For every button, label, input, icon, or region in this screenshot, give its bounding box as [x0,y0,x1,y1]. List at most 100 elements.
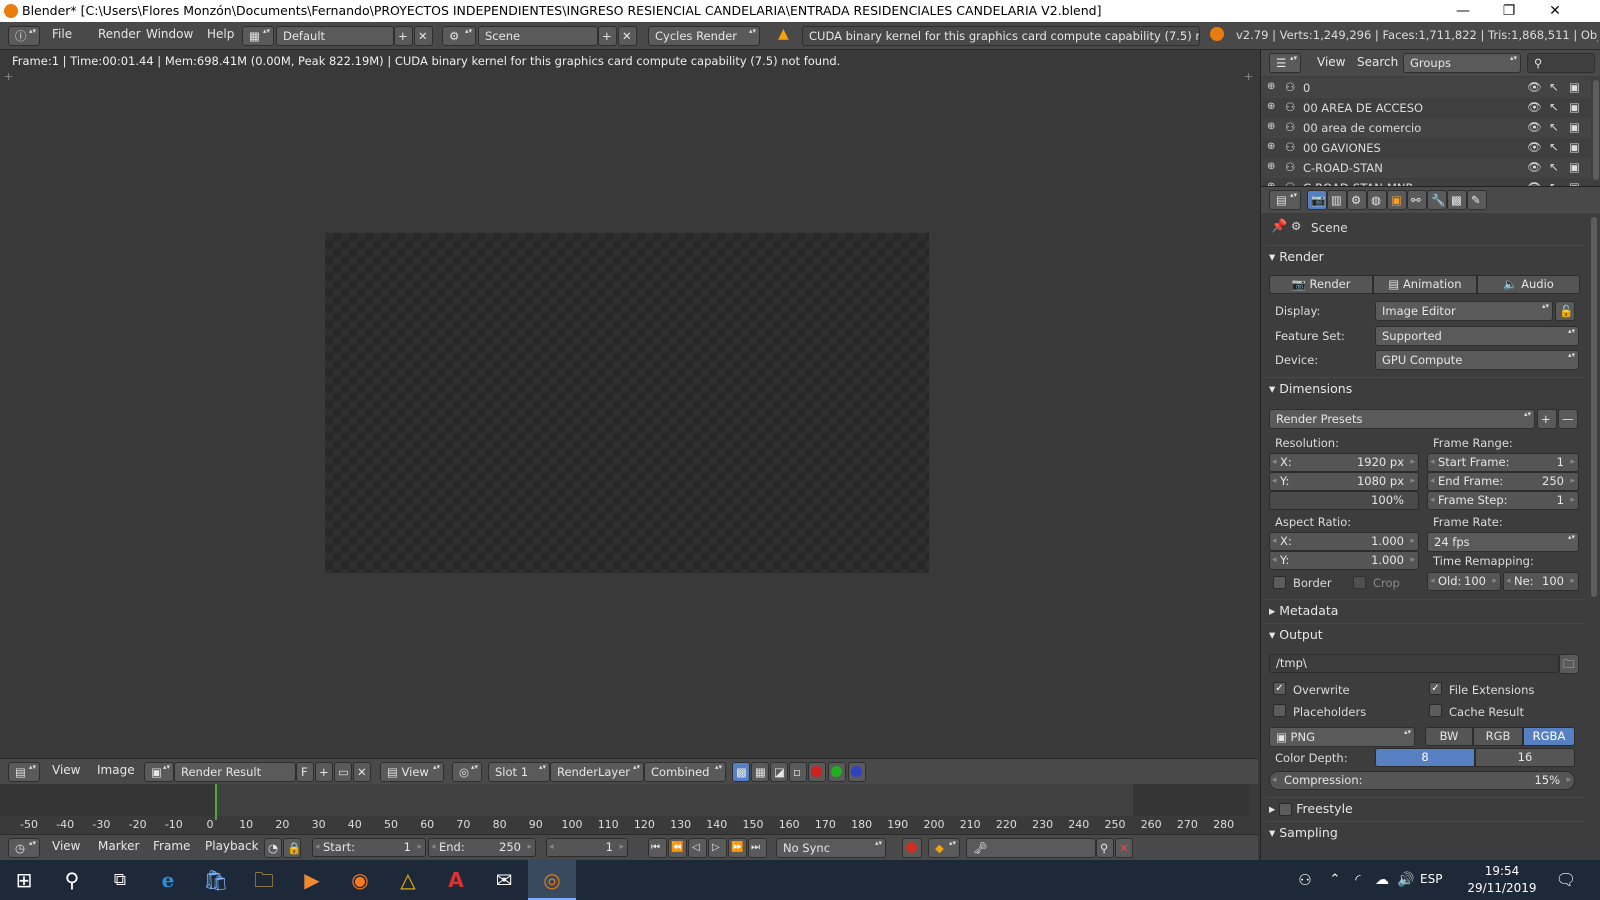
properties-scrollbar[interactable] [1591,217,1597,597]
file-extensions-checkbox[interactable]: ✓ [1429,682,1442,695]
expand-icon[interactable]: ⊕ [1267,121,1275,132]
lock-interface-icon[interactable]: 🔓 [1555,301,1575,321]
record-icon[interactable] [902,838,922,858]
resolution-y-field[interactable]: Y: 1080 px [1269,472,1419,491]
menu-playback[interactable]: Playback [205,839,259,853]
jump-start-icon[interactable]: ⏮ [648,838,667,858]
draw-alpha-icon[interactable]: ▦ [751,762,769,782]
blue-channel-icon[interactable] [848,762,866,782]
tab-physics-icon[interactable]: ✎ [1467,190,1487,210]
area-corner-icon[interactable]: + [4,70,13,83]
select-cursor-icon[interactable]: ↖ [1549,120,1559,134]
edge-browser-icon[interactable]: e [144,860,192,900]
store-icon[interactable]: 🛍 [192,860,240,900]
color-depth-16-button[interactable]: 16 [1475,748,1575,767]
tab-texture-icon[interactable]: ▩ [1447,190,1467,210]
keying-set-field[interactable]: 🗝 [966,838,1096,858]
tab-modifiers-icon[interactable]: 🔧 [1427,190,1447,210]
play-reverse-icon[interactable]: ◁ [688,838,707,858]
people-icon[interactable]: ⚇ [1292,860,1318,900]
image-browse-icon[interactable]: ▣ [144,762,174,782]
tab-layers-icon[interactable]: ▥ [1327,190,1347,210]
expand-icon[interactable]: ⊕ [1267,141,1275,152]
output-path-field[interactable]: /tmp\ [1269,654,1559,673]
onedrive-cloud-icon[interactable]: ☁ [1370,860,1394,900]
clock-date[interactable]: 29/11/2019 [1466,881,1538,895]
outliner-row[interactable]: ⊕⚇C-ROAD-STAN-MNR👁↖▣ [1261,178,1591,186]
outliner-row[interactable]: ⊕ ⚇ 0 👁 ↖ ▣ [1261,78,1591,98]
lock-range-icon[interactable]: 🔒 [283,838,301,858]
resolution-x-field[interactable]: X: 1920 px [1269,453,1419,472]
firefox-icon[interactable]: ◉ [336,860,384,900]
start-windows-icon[interactable]: ⊞ [0,860,48,900]
menu-outliner-view[interactable]: View [1317,55,1345,69]
layout-select[interactable]: Default [276,26,394,46]
expand-icon[interactable]: ⊕ [1267,81,1275,92]
sampling-section-header[interactable]: ▾ Sampling [1265,821,1584,843]
jump-keyframe-forward-icon[interactable]: ⏩ [728,838,747,858]
close-button[interactable]: ✕ [1532,0,1578,22]
outliner-row[interactable]: ⊕ ⚇ C-ROAD-STAN 👁 ↖ ▣ [1261,158,1591,178]
dimensions-section-header[interactable]: ▾ Dimensions [1265,377,1584,399]
time-new-field[interactable]: Ne: 100 [1503,572,1579,591]
placeholders-checkbox[interactable] [1273,704,1286,717]
menu-outliner-search[interactable]: Search [1357,55,1398,69]
select-cursor-icon[interactable]: ↖ [1549,100,1559,114]
output-section-header[interactable]: ▾ Output [1265,623,1584,645]
insert-keyframe-icon[interactable]: ⚲ [1096,838,1114,858]
notifications-icon[interactable]: 🗨 [1546,860,1586,900]
sync-mode-select[interactable]: No Sync [776,838,886,858]
color-rgba-button[interactable]: RGBA [1523,727,1575,746]
editor-type-timeline-icon[interactable]: ◷ [8,838,40,858]
outliner-row[interactable]: ⊕ ⚇ 00 area de comercio 👁 ↖ ▣ [1261,118,1591,138]
keying-icon[interactable]: ◆ [928,838,960,858]
render-camera-icon[interactable]: ▣ [1569,140,1580,154]
audio-button[interactable]: 🔈 Audio [1477,275,1580,294]
frame-rate-select[interactable]: 24 fps [1427,532,1579,552]
feature-set-select[interactable]: Supported [1375,326,1579,346]
display-select[interactable]: Image Editor [1375,301,1553,321]
autocad-icon[interactable]: △ [384,860,432,900]
timeline-area[interactable]: -50 -40 -30 -20 -10 0 10 20 30 40 50 60 70 80 90 100 110… [0,784,1258,834]
overwrite-checkbox[interactable]: ✓ [1273,682,1286,695]
editor-type-properties-icon[interactable]: ▤ [1269,190,1301,210]
red-channel-icon[interactable] [808,762,826,782]
render-camera-icon[interactable]: ▣ [1569,100,1580,114]
resolution-percentage-field[interactable]: 100% [1269,491,1419,510]
media-player-icon[interactable]: ▶ [288,860,336,900]
start-frame-prop-field[interactable]: Start Frame: 1 [1427,453,1579,472]
border-checkbox[interactable] [1273,576,1286,589]
play-icon[interactable]: ▷ [708,838,727,858]
scene-select[interactable]: Scene [478,26,598,46]
color-depth-8-button[interactable]: 8 [1375,748,1475,767]
outliner-scrollbar[interactable] [1593,80,1599,180]
tab-constraints-icon[interactable]: ⚯ [1407,190,1427,210]
blender-taskbar-icon[interactable]: ◎ [528,860,576,900]
animation-button[interactable]: ▤ Animation [1373,275,1477,294]
tab-render-icon[interactable]: 📷 [1307,190,1327,210]
visibility-eye-icon[interactable]: 👁 [1527,80,1542,94]
menu-marker[interactable]: Marker [98,839,139,853]
compression-slider[interactable]: Compression: 15% [1269,771,1575,790]
remove-preset-icon[interactable]: — [1558,409,1578,429]
clock-time[interactable]: 19:54 [1472,864,1532,878]
device-select[interactable]: GPU Compute [1375,350,1579,370]
timeline-ruler[interactable]: -50 -40 -30 -20 -10 0 10 20 30 40 50 60 70 80 90 100 110… [0,816,1258,834]
scene-icon[interactable]: ⚙ [442,26,476,46]
preview-range-icon[interactable]: ◔ [264,838,282,858]
search-icon[interactable]: ⚲ [48,860,96,900]
unlink-image-icon[interactable]: ✕ [353,762,371,782]
render-engine-select[interactable]: Cycles Render [648,26,760,46]
menu-render[interactable]: Render [98,27,141,41]
add-preset-icon[interactable]: + [1537,409,1557,429]
outliner-row[interactable]: ⊕ ⚇ 00 GAVIONES 👁 ↖ ▣ [1261,138,1591,158]
aspect-y-field[interactable]: Y: 1.000 [1269,551,1419,570]
editor-type-info-icon[interactable]: ⓘ [8,26,40,46]
start-frame-field[interactable]: Start: 1 [312,838,426,857]
select-cursor-icon[interactable]: ↖ [1549,140,1559,154]
fake-user-button[interactable]: F [296,762,314,782]
pivot-icon[interactable]: ◎ [452,762,482,782]
outliner-mode-select[interactable]: Groups [1403,53,1521,73]
image-name-field[interactable]: Render Result [174,762,296,782]
menu-frame[interactable]: Frame [153,839,190,853]
